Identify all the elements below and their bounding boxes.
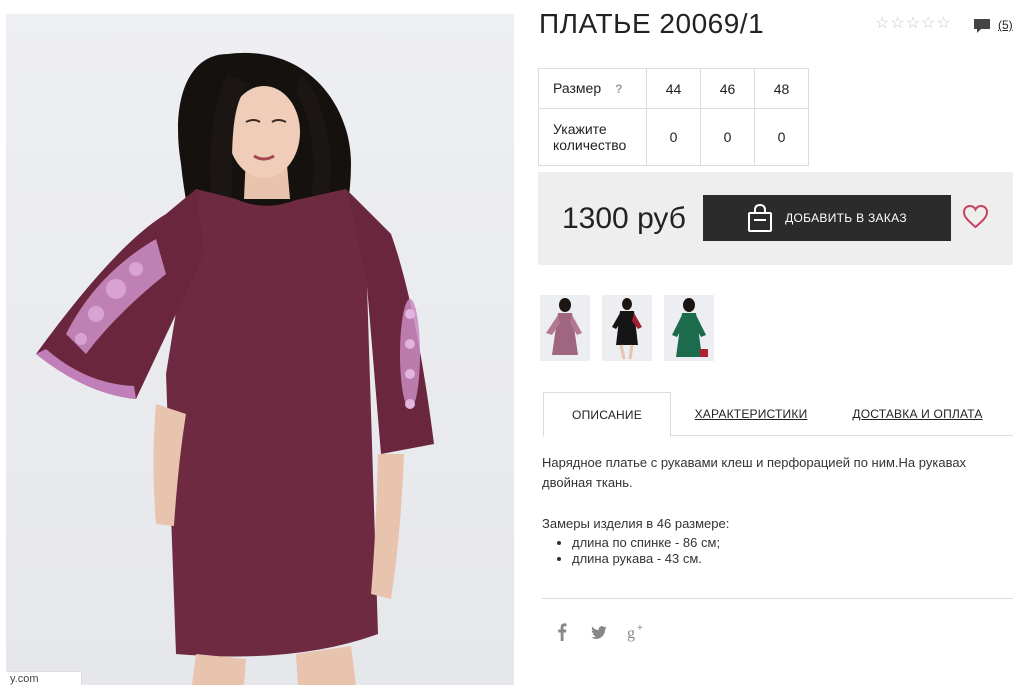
qty-input-46[interactable]: 0 <box>700 108 755 166</box>
thumbnail-purple-dress[interactable] <box>540 295 590 361</box>
add-to-order-button[interactable]: ДОБАВИТЬ В ЗАКАЗ <box>703 195 951 241</box>
star-icon[interactable]: ☆ <box>921 15 935 33</box>
size-help-icon[interactable]: ? <box>615 82 622 96</box>
measures-title: Замеры изделия в 46 размере: <box>542 516 730 531</box>
qty-input-44[interactable]: 0 <box>646 108 701 166</box>
thumbnail-black-dress[interactable] <box>602 295 652 361</box>
list-item: длина по спинке - 86 см; <box>572 535 729 551</box>
measures-block: Замеры изделия в 46 размере: длина по сп… <box>542 516 729 567</box>
dress-thumbnail-image <box>664 295 714 361</box>
shopping-bag-icon <box>748 204 773 232</box>
review-count-link[interactable]: (5) <box>998 18 1013 32</box>
add-to-order-label: ДОБАВИТЬ В ЗАКАЗ <box>785 211 907 225</box>
dress-thumbnail-image <box>602 295 652 361</box>
size-label: Размер <box>553 80 602 96</box>
photo-watermark: y.com <box>6 671 82 685</box>
comment-icon[interactable] <box>973 18 991 34</box>
star-icon[interactable]: ☆ <box>875 15 889 33</box>
size-48: 48 <box>754 68 809 109</box>
thumbnail-green-dress[interactable] <box>664 295 714 361</box>
tab-characteristics[interactable]: ХАРАКТЕРИСТИКИ <box>684 392 818 436</box>
price-box: 1300 руб ДОБАВИТЬ В ЗАКАЗ <box>538 172 1013 265</box>
size-44: 44 <box>646 68 701 109</box>
description-text: Нарядное платье с рукавами клеш и перфор… <box>542 455 967 490</box>
star-icon[interactable]: ☆ <box>936 15 950 33</box>
tab-delivery-payment[interactable]: ДОСТАВКА И ОПЛАТА <box>845 392 990 436</box>
product-title: ПЛАТЬЕ 20069/1 <box>539 8 765 39</box>
svg-text:g: g <box>627 625 635 642</box>
list-item: длина рукава - 43 см. <box>572 551 729 567</box>
google-plus-icon[interactable]: g + <box>627 622 647 642</box>
star-icon[interactable]: ☆ <box>890 15 904 33</box>
dress-model-illustration <box>36 52 434 685</box>
star-icon[interactable]: ☆ <box>906 15 920 33</box>
size-label-cell: Размер? <box>538 68 647 109</box>
twitter-icon[interactable] <box>591 622 607 642</box>
facebook-icon[interactable] <box>557 622 567 642</box>
product-description: Нарядное платье с рукавами клеш и перфор… <box>542 453 982 493</box>
rating-stars[interactable]: ☆ ☆ ☆ ☆ ☆ <box>875 15 951 33</box>
heart-icon[interactable] <box>962 204 989 229</box>
product-photo[interactable]: y.com <box>6 14 514 685</box>
product-price: 1300 руб <box>562 202 686 235</box>
size-46: 46 <box>700 68 755 109</box>
svg-text:+: + <box>637 623 643 634</box>
tab-description[interactable]: ОПИСАНИЕ <box>543 392 671 437</box>
measures-list: длина по спинке - 86 см; длина рукава - … <box>542 535 729 567</box>
dress-thumbnail-image <box>540 295 590 361</box>
qty-label: Укажите количество <box>538 108 647 166</box>
size-table: Размер? 44 46 48 Укажите количество 0 0 … <box>538 68 809 166</box>
divider <box>542 598 1013 599</box>
qty-input-48[interactable]: 0 <box>754 108 809 166</box>
